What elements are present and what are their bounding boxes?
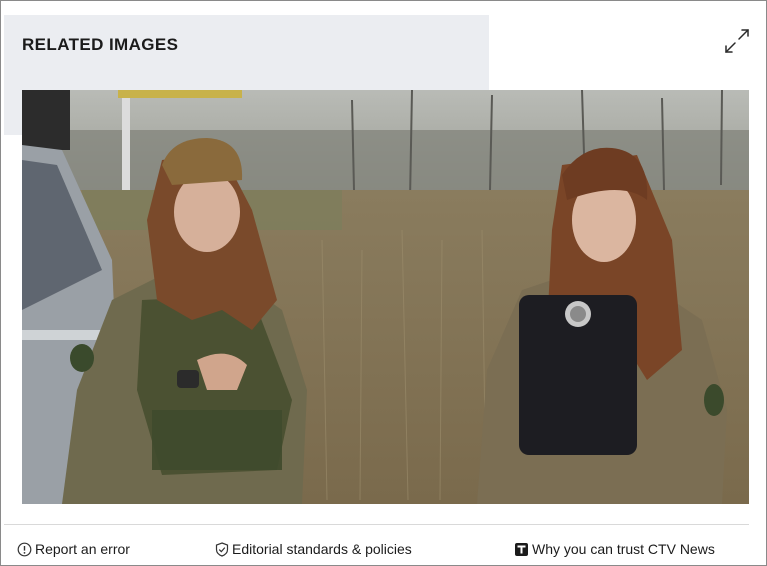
info-circle-icon [17, 542, 32, 556]
trust-ctv-label: Why you can trust CTV News [532, 541, 715, 557]
related-image-photo[interactable] [22, 90, 749, 504]
shield-check-icon [215, 541, 229, 557]
expand-arrows-icon [725, 29, 749, 53]
expand-button[interactable] [723, 27, 751, 55]
report-error-label: Report an error [35, 541, 130, 557]
report-error-link[interactable]: Report an error [17, 539, 130, 559]
trust-t-icon [515, 542, 528, 556]
section-title: RELATED IMAGES [22, 35, 179, 54]
photo-illustration [22, 90, 749, 504]
editorial-standards-label: Editorial standards & policies [232, 541, 412, 557]
editorial-standards-link[interactable]: Editorial standards & policies [215, 539, 412, 559]
related-images-widget: RELATED IMAGES Report an error Editorial… [0, 0, 767, 566]
footer-divider [4, 524, 749, 525]
trust-ctv-link[interactable]: Why you can trust CTV News [514, 539, 715, 559]
